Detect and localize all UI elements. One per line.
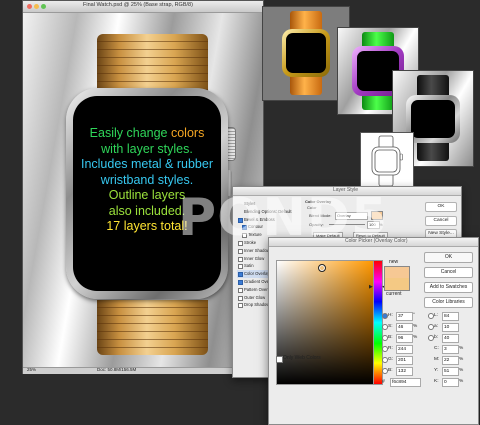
g-field[interactable]: 201 (396, 356, 413, 365)
style-checkbox[interactable] (238, 272, 243, 278)
b-brightness-field[interactable]: 96 (396, 334, 413, 343)
only-web-colors-checkbox[interactable] (276, 356, 283, 363)
value-row: B: 132 Y: 51 % (382, 366, 476, 377)
promo-text-orange: colors (170, 126, 205, 140)
r-label: R: (388, 346, 393, 351)
g-label: G: (388, 357, 394, 362)
b-lab-field[interactable]: 40 (442, 334, 459, 343)
style-item-label: Inner Glow (244, 255, 265, 261)
watch-band-bottom (97, 300, 208, 355)
b-blue-label: B: (388, 368, 393, 373)
value-row: B: 96 % b: 40 (382, 333, 476, 344)
promo-line: Easily change colors (73, 126, 221, 142)
style-item-label: Drop Shadow (244, 302, 270, 308)
h-unit: ° (413, 313, 415, 318)
m-label: M: (434, 357, 440, 362)
value-row: S: 46 % a: 10 (382, 322, 476, 333)
orange-watch-screen (286, 33, 326, 73)
promo-line: with layer styles. (101, 141, 193, 156)
status-bar: 25% Doc: 50.8M/156.5M (23, 367, 263, 374)
style-checkbox[interactable] (238, 295, 243, 301)
cancel-button[interactable]: Cancel (425, 215, 457, 226)
style-item-label: Outer Glow (244, 294, 266, 300)
color-libraries-button[interactable]: Color Libraries (424, 297, 473, 308)
y-label: Y: (434, 368, 439, 373)
r-field[interactable]: 244 (396, 345, 413, 354)
color-cursor-icon[interactable] (318, 264, 326, 272)
hex-label: # (382, 379, 385, 385)
ok-button[interactable]: OK (425, 202, 457, 212)
new-color-label: new (389, 259, 399, 265)
s-label: S: (388, 324, 393, 329)
b-blue-field[interactable]: 132 (396, 367, 413, 376)
style-item-label: Inner Shadow (244, 247, 270, 253)
m-unit: % (459, 357, 464, 362)
current-color-label: current (386, 291, 402, 297)
color-values-grid: H: 37 ° L: 84 S: 46 % a: 10 B: 96 % b: 4… (382, 311, 476, 388)
cancel-button[interactable]: Cancel (424, 267, 473, 278)
style-checkbox[interactable] (238, 303, 243, 309)
l-field[interactable]: 84 (442, 312, 459, 321)
y-unit: % (459, 368, 464, 373)
y-field[interactable]: 51 (442, 367, 459, 376)
zoom-level[interactable]: 25% (27, 367, 36, 372)
saturation-brightness-field[interactable] (276, 260, 374, 385)
b-brightness-label: B: (388, 335, 393, 340)
l-label: L: (434, 313, 439, 318)
c-unit: % (459, 346, 464, 351)
h-label: H: (388, 313, 393, 318)
minimize-window-button[interactable] (34, 4, 39, 9)
hex-field[interactable]: f6c894 (390, 378, 421, 387)
a-field[interactable]: 10 (442, 323, 459, 332)
add-to-swatches-button[interactable]: Add to Swatches (424, 282, 473, 293)
m-field[interactable]: 22 (442, 356, 459, 365)
s-unit: % (413, 324, 418, 329)
outline-watch-preview (360, 132, 414, 190)
ok-button[interactable]: OK (424, 252, 473, 263)
current-color-swatch[interactable] (384, 278, 410, 291)
style-item-label: Satin (244, 263, 254, 269)
promo-line: Includes metal & rubber (80, 157, 213, 171)
zoom-window-button[interactable] (41, 4, 46, 9)
close-window-button[interactable] (27, 4, 32, 9)
c-field[interactable]: 3 (442, 345, 459, 354)
style-checkbox[interactable] (238, 256, 243, 262)
value-row: H: 37 ° L: 84 (382, 311, 476, 322)
watermark-logo: POND5 (178, 188, 389, 248)
c-label: C: (434, 346, 439, 351)
document-title: Final Watch.psd @ 25% (Base strap, RGB/8… (83, 2, 193, 8)
value-row: G: 201 M: 22 % (382, 355, 476, 366)
outline-watch-icon (371, 135, 403, 187)
value-row: R: 244 C: 3 % (382, 344, 476, 355)
document-size: Doc: 50.8M/156.5M (97, 367, 137, 372)
k-unit: % (459, 379, 464, 384)
hue-slider-arrow-icon[interactable]: ▶ (369, 284, 373, 290)
b-brightness-unit: % (413, 335, 418, 340)
promo-text-green: Easily change (89, 126, 171, 140)
style-item-label: Color Overlay (244, 271, 270, 277)
k-field[interactable]: 0 (442, 378, 459, 387)
b-lab-label: b: (434, 335, 439, 340)
style-checkbox[interactable] (238, 287, 243, 293)
k-label: K: (434, 379, 439, 384)
only-web-colors-label: Only Web Colors (283, 355, 321, 361)
color-picker-buttons: OK Cancel Add to Swatches Color Librarie… (424, 252, 473, 312)
a-label: a: (434, 324, 439, 329)
promo-line: wristband styles. (100, 172, 194, 187)
color-picker-dialog: Color Picker (Overlay Color) ▶ ◀ new cur… (268, 237, 479, 425)
style-checkbox[interactable] (238, 279, 243, 285)
h-field[interactable]: 37 (396, 312, 413, 321)
black-watch-screen (411, 100, 455, 138)
document-title-bar[interactable]: Final Watch.psd @ 25% (Base strap, RGB/8… (23, 1, 263, 13)
style-checkbox[interactable] (238, 248, 243, 254)
s-field[interactable]: 46 (396, 323, 413, 332)
style-checkbox[interactable] (238, 264, 243, 270)
